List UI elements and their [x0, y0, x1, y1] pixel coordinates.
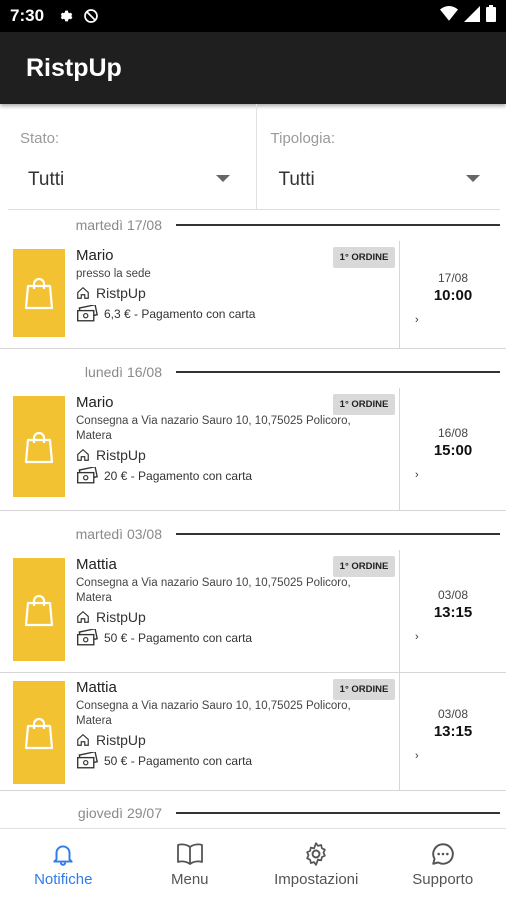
- book-icon: [176, 843, 203, 865]
- chevron-right-icon: ›: [415, 469, 419, 481]
- order-card[interactable]: Mario Consegna a Via nazario Sauro 10, 1…: [0, 388, 506, 511]
- shop-row: RistpUp: [76, 447, 396, 463]
- date-header-label: lunedì 16/08: [84, 364, 162, 380]
- shop-name: RistpUp: [96, 285, 146, 301]
- status-filter-label: Stato:: [20, 130, 60, 147]
- bell-icon: [53, 845, 73, 866]
- shop-name: RistpUp: [96, 732, 146, 748]
- gear-icon: [306, 842, 326, 866]
- order-date: 03/08: [437, 588, 469, 602]
- order-date: 17/08: [437, 271, 469, 285]
- home-icon: [77, 733, 89, 746]
- cash-icon: [77, 752, 98, 769]
- date-header: lunedì 16/08: [0, 357, 506, 387]
- battery-icon: [486, 5, 496, 27]
- home-icon: [77, 610, 89, 623]
- cash-icon: [77, 629, 98, 646]
- shopping-bag-icon: [13, 249, 65, 337]
- type-filter-dropdown[interactable]: Tipologia: Tutti: [255, 104, 506, 210]
- order-time: 03/08 13:15 ›: [400, 707, 506, 762]
- date-header: martedì 03/08: [0, 519, 506, 549]
- payment-row: 50 € - Pagamento con carta: [76, 752, 396, 770]
- payment-row: 20 € - Pagamento con carta: [76, 467, 396, 485]
- first-order-badge: 1° ORDINE: [333, 556, 395, 577]
- delivery-address: Consegna a Via nazario Sauro 10, 10,7502…: [76, 415, 351, 442]
- chat-icon: [432, 843, 454, 865]
- order-hour: 13:15: [433, 604, 473, 621]
- nav-supporto-label: Supporto: [412, 871, 474, 888]
- shopping-bag-icon: [13, 396, 65, 497]
- signal-icon: [464, 5, 480, 27]
- date-header-label: martedì 03/08: [75, 526, 162, 542]
- app-title: RistpUp: [26, 53, 122, 82]
- payment-text: 50 € - Pagamento con carta: [104, 631, 253, 645]
- delivery-address: Consegna a Via nazario Sauro 10, 10,7502…: [76, 577, 351, 604]
- payment-text: 50 € - Pagamento con carta: [104, 754, 253, 768]
- type-filter-value: Tutti: [278, 169, 315, 190]
- first-order-badge: 1° ORDINE: [333, 679, 395, 700]
- order-time: 17/08 10:00 ›: [400, 271, 506, 326]
- shop-row: RistpUp: [76, 732, 396, 748]
- shop-row: RistpUp: [76, 609, 396, 625]
- nav-notifiche-label: Notifiche: [34, 871, 93, 888]
- order-card[interactable]: Mario presso la sede RistpUp 6,3 € - Pag…: [0, 241, 506, 349]
- type-filter-label: Tipologia:: [270, 130, 335, 147]
- first-order-badge: 1° ORDINE: [333, 394, 395, 415]
- order-time: 03/08 13:15 ›: [400, 588, 506, 643]
- nav-supporto[interactable]: Supporto: [380, 829, 506, 900]
- cash-icon: [77, 467, 98, 484]
- chevron-right-icon: ›: [415, 314, 419, 326]
- shop-row: RistpUp: [76, 285, 396, 301]
- order-hour: 13:15: [433, 723, 473, 740]
- nav-menu[interactable]: Menu: [127, 829, 254, 900]
- shop-name: RistpUp: [96, 609, 146, 625]
- divider: [176, 533, 500, 535]
- payment-text: 6,3 € - Pagamento con carta: [104, 307, 256, 321]
- first-order-badge: 1° ORDINE: [333, 247, 395, 268]
- payment-text: 20 € - Pagamento con carta: [104, 469, 253, 483]
- home-icon: [77, 448, 89, 461]
- payment-row: 50 € - Pagamento con carta: [76, 629, 396, 647]
- caret-down-icon: [215, 175, 230, 182]
- order-hour: 15:00: [433, 442, 473, 459]
- nav-notifiche[interactable]: Notifiche: [0, 829, 127, 900]
- divider: [176, 371, 500, 373]
- status-filter-dropdown[interactable]: Stato: Tutti: [0, 104, 256, 210]
- order-hour: 10:00: [433, 287, 473, 304]
- date-header: giovedì 29/07: [0, 798, 506, 828]
- order-date: 16/08: [437, 426, 469, 440]
- status-bar: 7:30: [0, 0, 506, 32]
- order-card[interactable]: Mattia Consegna a Via nazario Sauro 10, …: [0, 550, 506, 673]
- app-bar: RistpUp: [0, 32, 506, 104]
- nav-impostazioni-label: Impostazioni: [274, 871, 359, 888]
- caret-down-icon: [466, 175, 480, 182]
- nav-impostazioni[interactable]: Impostazioni: [253, 829, 380, 900]
- date-header-label: giovedì 29/07: [77, 805, 162, 821]
- divider: [176, 224, 500, 226]
- vpn-status-icon: [82, 7, 100, 25]
- settings-status-icon: [56, 7, 74, 25]
- date-header: martedì 17/08: [0, 210, 506, 240]
- bottom-navigation: Notifiche Menu Impostazioni Supporto: [0, 828, 506, 900]
- status-time: 7:30: [10, 6, 45, 25]
- status-filter-value: Tutti: [28, 169, 65, 190]
- divider: [176, 812, 500, 814]
- delivery-address: presso la sede: [76, 268, 151, 280]
- chevron-right-icon: ›: [415, 750, 419, 762]
- delivery-address: Consegna a Via nazario Sauro 10, 10,7502…: [76, 700, 351, 727]
- order-time: 16/08 15:00 ›: [400, 426, 506, 481]
- cash-icon: [77, 305, 98, 322]
- date-header-label: martedì 17/08: [75, 217, 162, 233]
- order-card[interactable]: Mattia Consegna a Via nazario Sauro 10, …: [0, 673, 506, 791]
- wifi-icon: [440, 5, 458, 27]
- shopping-bag-icon: [13, 558, 65, 661]
- filters-bar: Stato: Tutti Tipologia: Tutti: [0, 104, 506, 210]
- home-icon: [77, 286, 89, 299]
- payment-row: 6,3 € - Pagamento con carta: [76, 305, 396, 323]
- order-date: 03/08: [437, 707, 469, 721]
- shopping-bag-icon: [13, 681, 65, 784]
- shop-name: RistpUp: [96, 447, 146, 463]
- chevron-right-icon: ›: [415, 631, 419, 643]
- nav-menu-label: Menu: [170, 871, 209, 888]
